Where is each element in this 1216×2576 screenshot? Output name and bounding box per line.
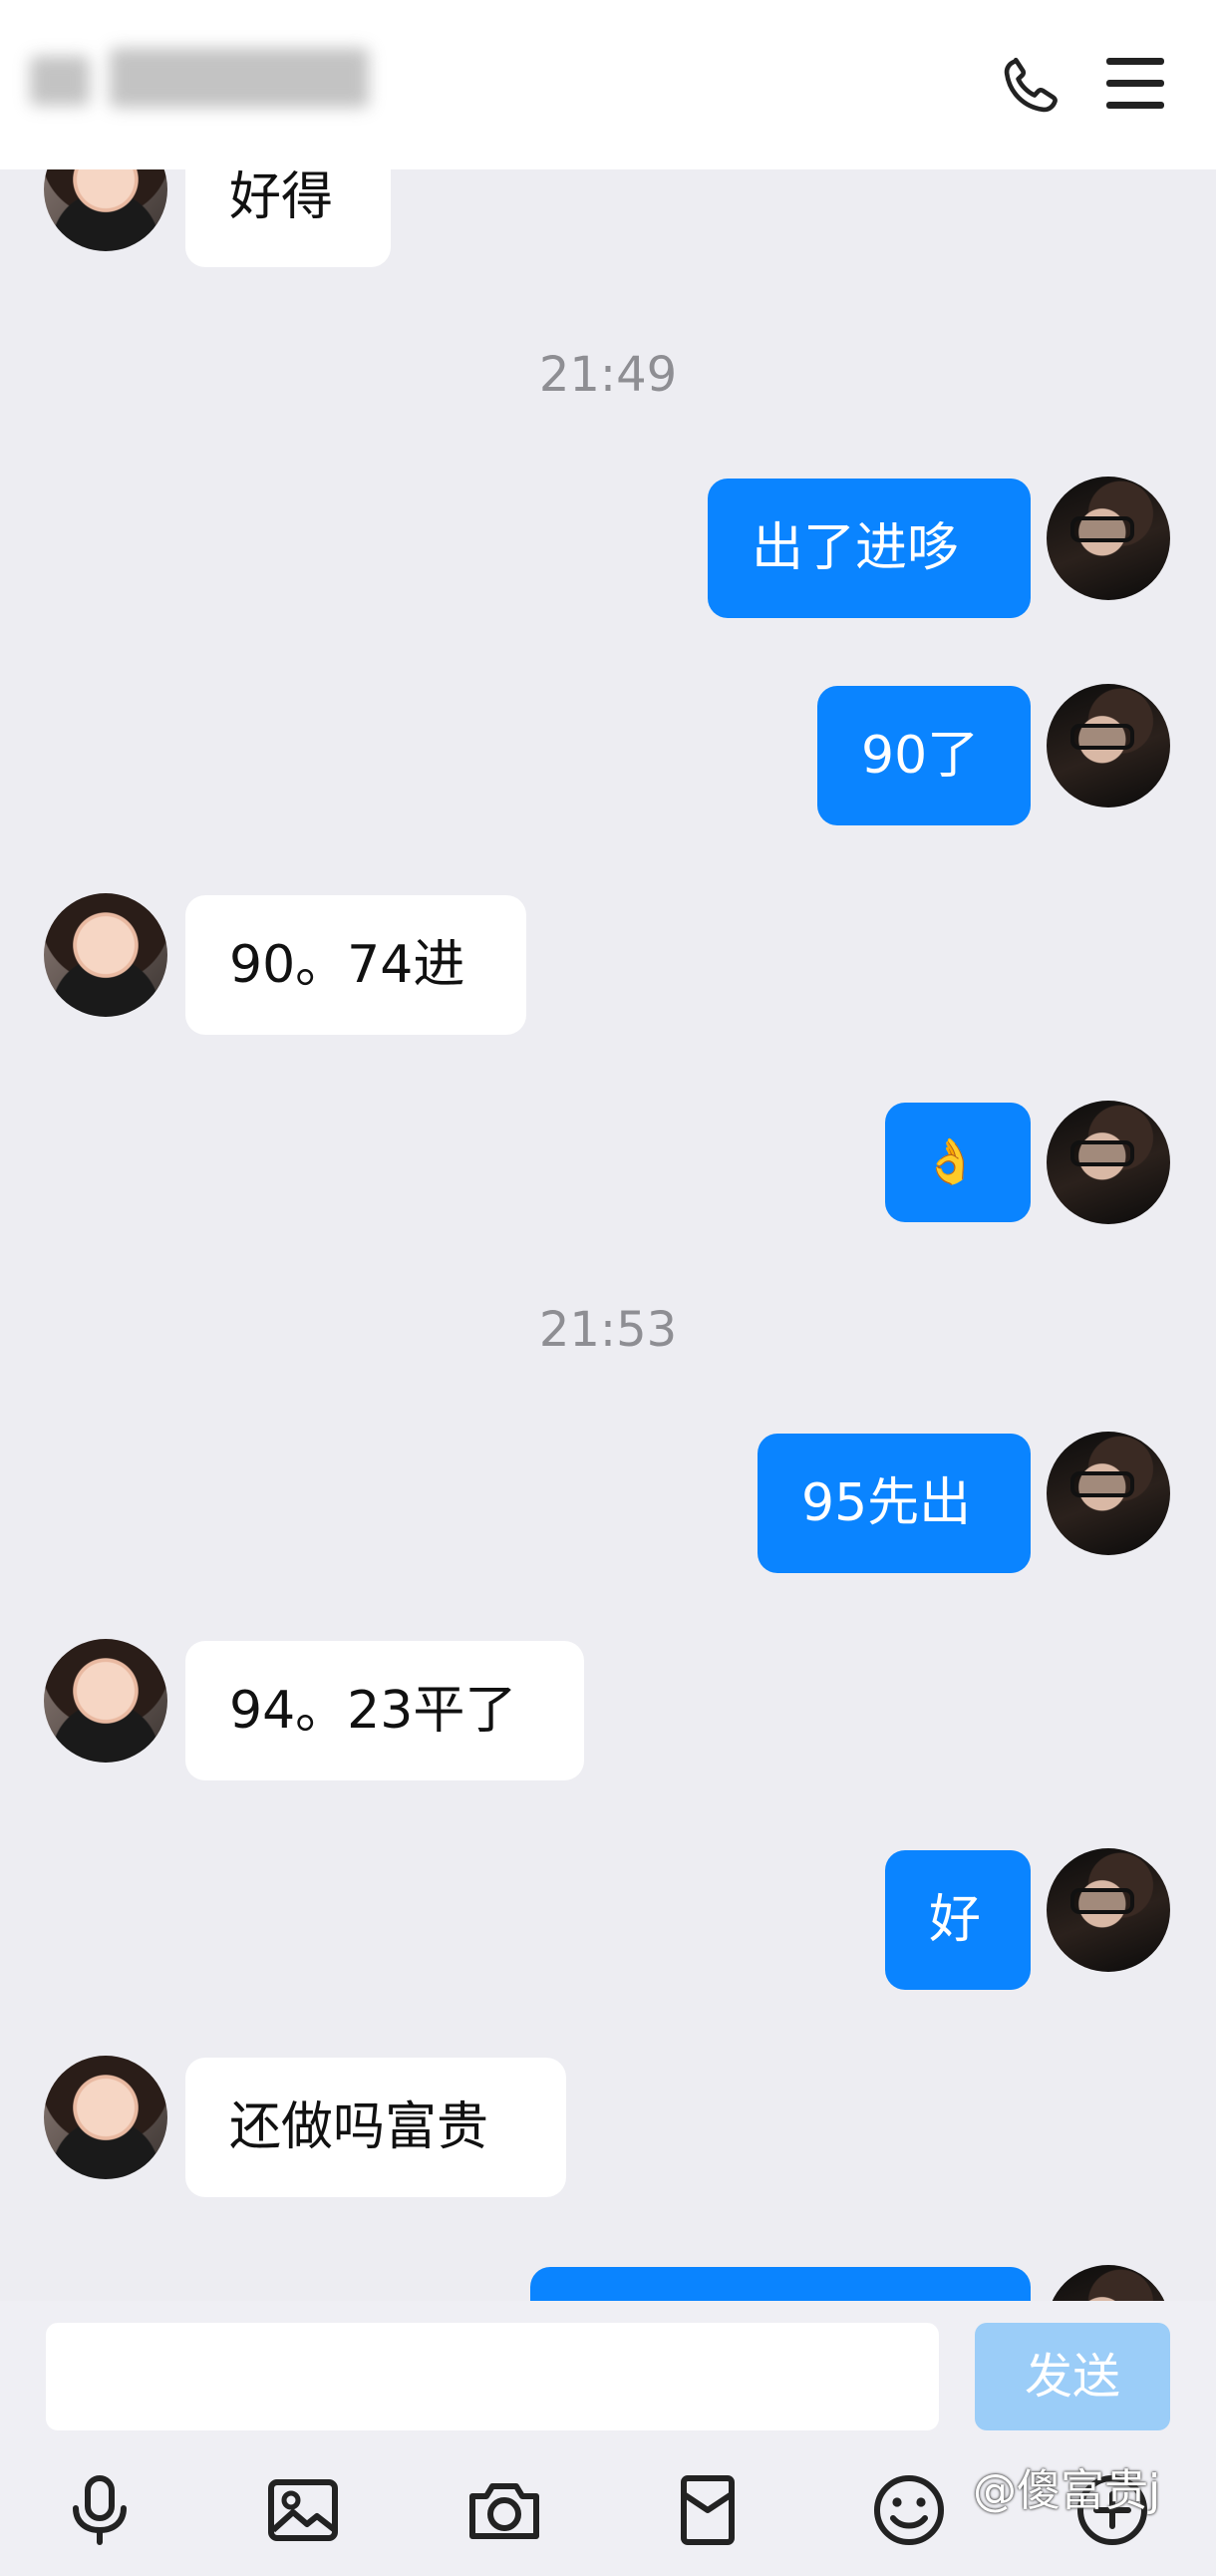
message-input[interactable] (46, 2323, 939, 2430)
watermark: @傻富贵j (973, 2465, 1161, 2516)
my-avatar[interactable] (1047, 684, 1170, 807)
my-avatar[interactable] (1047, 477, 1170, 600)
outgoing-message[interactable]: 出了进哆 (708, 479, 1031, 618)
outgoing-message[interactable]: 90了 (817, 686, 1031, 825)
composer-bar: 发送 (0, 2301, 1216, 2576)
contact-avatar[interactable] (44, 2056, 167, 2179)
send-button[interactable]: 发送 (975, 2323, 1170, 2430)
menu-icon[interactable] (1106, 58, 1164, 110)
incoming-message[interactable]: 94。23平了 (185, 1641, 584, 1780)
chat-header (0, 0, 1216, 169)
image-icon[interactable] (263, 2470, 343, 2550)
camera-icon[interactable] (464, 2470, 544, 2550)
contact-avatar[interactable] (44, 893, 167, 1017)
timestamp: 21:53 (538, 1302, 678, 1358)
microphone-icon[interactable] (60, 2470, 140, 2550)
my-avatar[interactable] (1047, 1848, 1170, 1972)
incoming-message[interactable]: 90。74进 (185, 895, 526, 1035)
contact-avatar[interactable] (44, 1639, 167, 1763)
my-avatar[interactable] (1047, 1432, 1170, 1555)
outgoing-message[interactable]: 好 (885, 1850, 1031, 1990)
emoji-icon[interactable] (869, 2470, 949, 2550)
timestamp: 21:49 (538, 347, 678, 403)
contact-name-blurred (30, 38, 369, 128)
my-avatar[interactable] (1047, 1101, 1170, 1224)
incoming-message[interactable]: 还做吗富贵 (185, 2058, 566, 2197)
outgoing-message[interactable]: 95先出 (758, 1434, 1031, 1573)
red-packet-icon[interactable] (668, 2470, 748, 2550)
phone-icon[interactable] (997, 50, 1066, 120)
outgoing-message[interactable]: 👌 (885, 1103, 1031, 1222)
